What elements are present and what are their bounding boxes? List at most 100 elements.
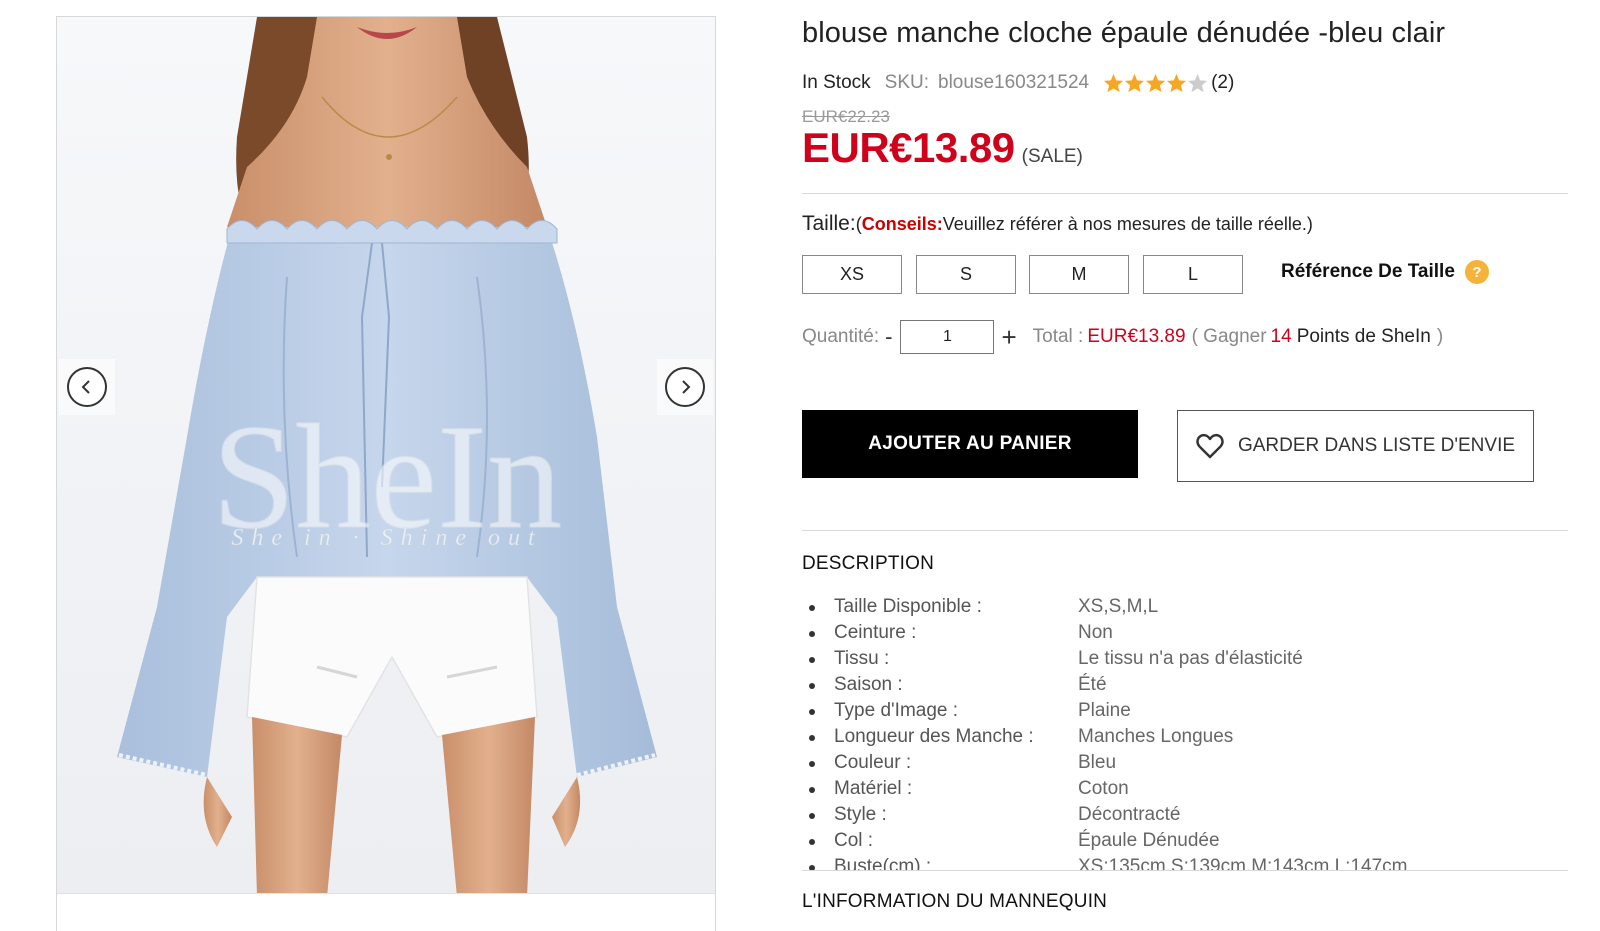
earn-close: ) (1436, 326, 1444, 347)
sku-value: blouse160321524 (938, 72, 1090, 93)
add-to-cart-button[interactable]: AJOUTER AU PANIER (802, 410, 1138, 478)
quantity-increment-button[interactable]: + (1001, 322, 1016, 353)
description-item: Saison : Été (802, 672, 1568, 698)
star-filled-icon (1146, 73, 1166, 93)
description-value: Décontracté (1078, 804, 1181, 825)
bullet-icon (809, 605, 815, 611)
bullet-icon (809, 813, 815, 819)
size-option-l[interactable]: L (1143, 255, 1243, 294)
product-gallery: SheIn She in · Shine out (56, 16, 716, 931)
description-value: XS:135cm,S:139cm,M:143cm,L:147cm (1078, 856, 1408, 870)
star-filled-icon (1125, 73, 1145, 93)
description-item: Matériel : Coton (802, 776, 1568, 802)
description-key: Buste(cm) : (834, 856, 932, 870)
watermark-tagline: She in · Shine out (231, 525, 542, 551)
size-option-xs[interactable]: XS (802, 255, 902, 294)
heart-icon (1196, 433, 1224, 459)
description-item: Style : Décontracté (802, 802, 1568, 828)
stock-status: In Stock (802, 72, 871, 93)
product-title: blouse manche cloche épaule dénudée -ble… (802, 17, 1446, 49)
gallery-next-button[interactable] (657, 359, 713, 415)
description-item: Col : Épaule Dénudée (802, 828, 1568, 854)
description-value: Non (1078, 622, 1113, 643)
description-item: Longueur des Manche : Manches Longues (802, 724, 1568, 750)
description-value: XS,S,M,L (1078, 596, 1159, 617)
divider (802, 870, 1568, 871)
description-item: Ceinture : Non (802, 620, 1568, 646)
review-count-link[interactable]: (2) (1211, 72, 1234, 94)
quantity-row: Quantité: - + Total : EUR€13.89 ( Gagner… (802, 320, 1443, 354)
description-key: Saison : (834, 674, 903, 695)
description-key: Style : (834, 804, 887, 825)
star-filled-icon (1104, 73, 1124, 93)
bullet-icon (809, 787, 815, 793)
sku-label: SKU: (884, 72, 930, 93)
wishlist-label: GARDER DANS LISTE D'ENVIE (1237, 435, 1516, 456)
description-key: Col : (834, 830, 874, 851)
gallery-prev-button[interactable] (59, 359, 115, 415)
size-option-m[interactable]: M (1029, 255, 1129, 294)
star-filled-icon (1167, 73, 1187, 93)
bullet-icon (809, 761, 815, 767)
size-reference-link[interactable]: Référence De Taille ? (1281, 260, 1489, 284)
description-value: Été (1078, 674, 1107, 695)
bullet-icon (809, 735, 815, 741)
sale-tag: (SALE) (1021, 146, 1083, 167)
description-key: Couleur : (834, 752, 912, 773)
divider (802, 530, 1568, 531)
star-empty-icon (1188, 73, 1208, 93)
description-key: Type d'Image : (834, 700, 959, 721)
size-reference-label: Référence De Taille (1281, 261, 1455, 282)
description-item: Tissu : Le tissu n'a pas d'élasticité (802, 646, 1568, 672)
bullet-icon (809, 683, 815, 689)
description-key: Taille Disponible : (834, 596, 982, 617)
sale-price: EUR€13.89 (802, 124, 1015, 171)
earn-text: Points de SheIn (1296, 326, 1431, 347)
description-key: Tissu : (834, 648, 890, 669)
description-scroll-area[interactable]: Taille Disponible : XS,S,M,L Ceinture : Non… (802, 594, 1568, 870)
bullet-icon (809, 631, 815, 637)
bullet-icon (809, 709, 815, 715)
wishlist-button[interactable]: GARDER DANS LISTE D'ENVIE (1177, 410, 1534, 482)
description-key: Longueur des Manche : (834, 726, 1034, 747)
bullet-icon (809, 657, 815, 663)
description-value: Coton (1078, 778, 1129, 799)
bullet-icon (809, 839, 815, 845)
chevron-right-icon (665, 367, 705, 407)
quantity-label: Quantité: (802, 326, 880, 347)
description-item: Couleur : Bleu (802, 750, 1568, 776)
earn-points: 14 (1270, 326, 1292, 347)
size-label: Taille:(Conseils:Veuillez référer à nos … (802, 212, 1313, 236)
chevron-left-icon (67, 367, 107, 407)
divider (802, 193, 1568, 194)
question-icon: ? (1464, 260, 1489, 284)
model-info-heading[interactable]: L'INFORMATION DU MANNEQUIN (802, 891, 1107, 913)
price-row: EUR€13.89 (SALE) (802, 124, 1083, 172)
size-hint-text: Veuillez référer à nos mesures de taille… (942, 214, 1313, 234)
description-value: Plaine (1078, 700, 1131, 721)
total-label: Total : (1032, 326, 1084, 347)
size-hint-key: Conseils: (861, 214, 943, 234)
description-item: Type d'Image : Plaine (802, 698, 1568, 724)
product-info: blouse manche cloche épaule dénudée -ble… (802, 0, 1568, 931)
description-item: Buste(cm) : XS:135cm,S:139cm,M:143cm,L:14… (802, 854, 1568, 870)
description-value: Épaule Dénudée (1078, 830, 1220, 851)
product-meta: In Stock SKU: blouse160321524 (2) (802, 72, 1234, 94)
size-label-text: Taille: (802, 212, 856, 235)
description-value: Le tissu n'a pas d'élasticité (1078, 648, 1303, 669)
description-item: Taille Disponible : XS,S,M,L (802, 594, 1568, 620)
quantity-decrement-button[interactable]: - (885, 324, 892, 350)
product-photo: SheIn She in · Shine out (57, 17, 715, 897)
total-value: EUR€13.89 (1087, 326, 1186, 347)
earn-open: ( Gagner (1191, 326, 1267, 347)
description-value: Bleu (1078, 752, 1117, 773)
size-option-s[interactable]: S (916, 255, 1016, 294)
description-key: Matériel : (834, 778, 913, 799)
description-value: Manches Longues (1078, 726, 1234, 747)
description-list: Taille Disponible : XS,S,M,L Ceinture : Non… (802, 594, 1568, 870)
gallery-thumbnail-strip (57, 893, 715, 931)
rating-stars[interactable] (1103, 73, 1208, 93)
description-heading: DESCRIPTION (802, 553, 935, 574)
quantity-input[interactable] (900, 320, 995, 354)
description-key: Ceinture : (834, 622, 917, 643)
